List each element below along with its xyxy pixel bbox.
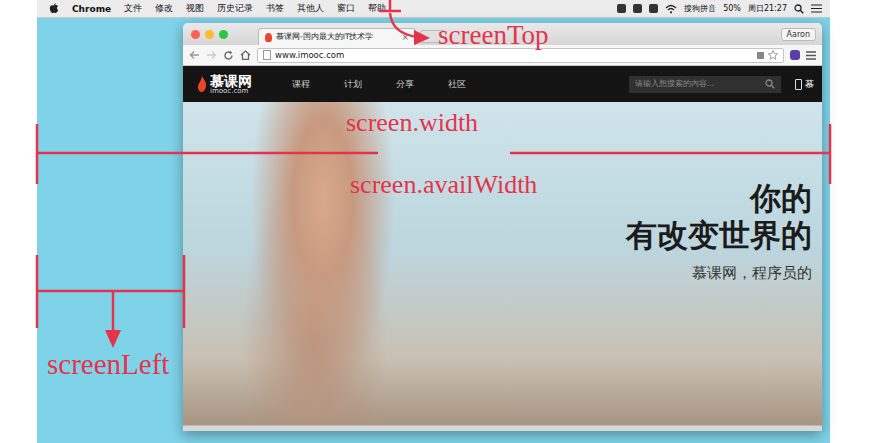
slide: Chrome 文件修改视图历史记录书签其他人窗口帮助 搜狗拼音 50% 周日21:27 慕… (0, 0, 883, 443)
search-placeholder: 请输入想搜索的内容... (635, 79, 714, 89)
menu-icon[interactable] (806, 51, 816, 60)
menu-item[interactable]: 历史记录 (217, 2, 253, 15)
tab-title: 慕课网-国内最大的IT技术学 (276, 32, 397, 42)
url-text: www.imooc.com (275, 50, 344, 60)
menu-item[interactable]: 修改 (155, 2, 173, 15)
slide-margin (830, 0, 883, 443)
menu-item[interactable]: 其他人 (297, 2, 324, 15)
zoom-button[interactable] (219, 30, 228, 39)
window-controls (191, 30, 228, 39)
page-icon (263, 50, 271, 60)
status-area: 搜狗拼音 50% 周日21:27 (617, 3, 822, 14)
back-icon[interactable] (189, 50, 200, 60)
flame-icon (197, 76, 207, 92)
hero-text: 你的 (750, 180, 812, 217)
site-logo[interactable]: 慕课网imooc.com (197, 74, 252, 95)
desktop-area: 慕课网-国内最大的IT技术学 × Aaron www.imooc.com 慕课网imoo… (37, 18, 830, 443)
reload-icon[interactable] (223, 50, 234, 61)
menu-bar: Chrome 文件修改视图历史记录书签其他人窗口帮助 搜狗拼音 50% 周日21:27 (37, 0, 830, 18)
slide-margin (0, 0, 37, 443)
logo-subtitle: imooc.com (210, 88, 252, 95)
site-nav: 课程 计划 分享 社区 (292, 78, 466, 91)
menu-item[interactable]: 窗口 (337, 2, 355, 15)
tray-icon[interactable] (649, 4, 658, 13)
horizontal-scrollbar[interactable] (183, 425, 822, 431)
web-page: 慕课网imooc.com 课程 计划 分享 社区 请输入想搜索的内容... 慕你的有改变世界… (183, 66, 822, 431)
menu-item[interactable]: 书签 (266, 2, 284, 15)
profile-button[interactable]: Aaron (781, 28, 816, 41)
tab-close-button[interactable]: × (401, 32, 409, 42)
status-item[interactable]: 搜狗拼音 (684, 3, 716, 14)
address-bar[interactable]: www.imooc.com (257, 48, 784, 63)
hero-photo (238, 102, 408, 425)
url-actions (757, 50, 778, 60)
hero-banner: 你的有改变世界的慕课网，程序员的 (183, 102, 822, 425)
nav-link[interactable]: 课程 (292, 78, 310, 91)
status-item[interactable]: 周日21:27 (748, 3, 787, 14)
menu-item[interactable]: Chrome (72, 4, 111, 14)
annotation-label: screenLeft (47, 350, 169, 379)
menu-item[interactable]: 文件 (124, 2, 142, 15)
annotation-label: screen.availWidth (350, 172, 537, 198)
app-link[interactable]: 慕 (795, 78, 814, 91)
menu-item[interactable]: 帮助 (368, 2, 386, 15)
apple-icon[interactable] (49, 3, 59, 14)
favicon-icon (265, 33, 272, 42)
nav-link[interactable]: 计划 (344, 78, 362, 91)
search-icon[interactable] (765, 79, 775, 89)
extension-icon[interactable] (757, 52, 764, 59)
extension-icon[interactable] (790, 50, 800, 60)
minimize-button[interactable] (205, 30, 214, 39)
logo-title: 慕课网 (210, 74, 252, 88)
menu-item[interactable]: 视图 (186, 2, 204, 15)
annotation-label: screen.width (346, 110, 478, 136)
star-icon[interactable] (768, 50, 778, 60)
site-header: 慕课网imooc.com 课程 计划 分享 社区 请输入想搜索的内容... 慕 (183, 66, 822, 102)
annotation-label: screenTop (438, 22, 549, 49)
list-icon[interactable] (811, 4, 822, 13)
forward-icon[interactable] (206, 50, 217, 60)
wifi-icon[interactable] (665, 4, 677, 14)
status-item[interactable]: 50% (723, 4, 741, 13)
tray-icon[interactable] (617, 4, 626, 13)
nav-link[interactable]: 分享 (396, 78, 414, 91)
home-icon[interactable] (240, 50, 251, 60)
site-search-field[interactable]: 请输入想搜索的内容... (629, 76, 781, 93)
close-button[interactable] (191, 30, 200, 39)
browser-window: 慕课网-国内最大的IT技术学 × Aaron www.imooc.com 慕课网imoo… (183, 23, 822, 431)
browser-tab[interactable]: 慕课网-国内最大的IT技术学 × (258, 28, 416, 45)
search-icon[interactable] (794, 4, 804, 14)
logo-text: 慕课网imooc.com (210, 74, 252, 95)
nav-link[interactable]: 社区 (448, 78, 466, 91)
hero-text: 慕课网，程序员的 (692, 264, 812, 283)
hero-text: 有改变世界的 (626, 217, 812, 254)
tray-icon[interactable] (633, 4, 642, 13)
phone-icon (795, 79, 802, 90)
